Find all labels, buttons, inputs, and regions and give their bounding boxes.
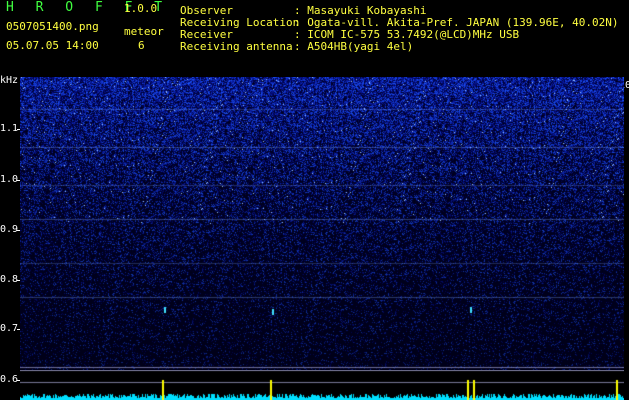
y-tick-label: 1.1 bbox=[0, 123, 19, 134]
y-tick-label: 0.7 bbox=[0, 323, 19, 334]
app-version: 1.0.0 bbox=[124, 2, 158, 15]
antenna-label: Receiving antenna bbox=[180, 40, 293, 53]
y-tick-label: 1.0 bbox=[0, 174, 19, 185]
datetime-label: 05.07.05 14:00 bbox=[6, 39, 99, 52]
antenna-value: : A504HB(yagi 4el) bbox=[294, 40, 414, 53]
y-axis-unit: kHz bbox=[0, 75, 19, 86]
meteor-count: 6 bbox=[138, 39, 145, 52]
spectrogram bbox=[20, 77, 624, 370]
spectrogram-canvas bbox=[20, 77, 624, 370]
filename-label: 0507051400.png bbox=[6, 20, 99, 33]
signal-strip bbox=[20, 370, 624, 400]
y-tick-label: 0.6 bbox=[0, 374, 19, 385]
y-tick-label: 0.9 bbox=[0, 224, 19, 235]
y-tick-label: 0.8 bbox=[0, 274, 19, 285]
signal-strip-canvas bbox=[20, 370, 624, 400]
header-panel: H R O F F T 1.0.0 0507051400.png meteor … bbox=[0, 0, 629, 75]
detect-label: meteor bbox=[124, 25, 164, 38]
